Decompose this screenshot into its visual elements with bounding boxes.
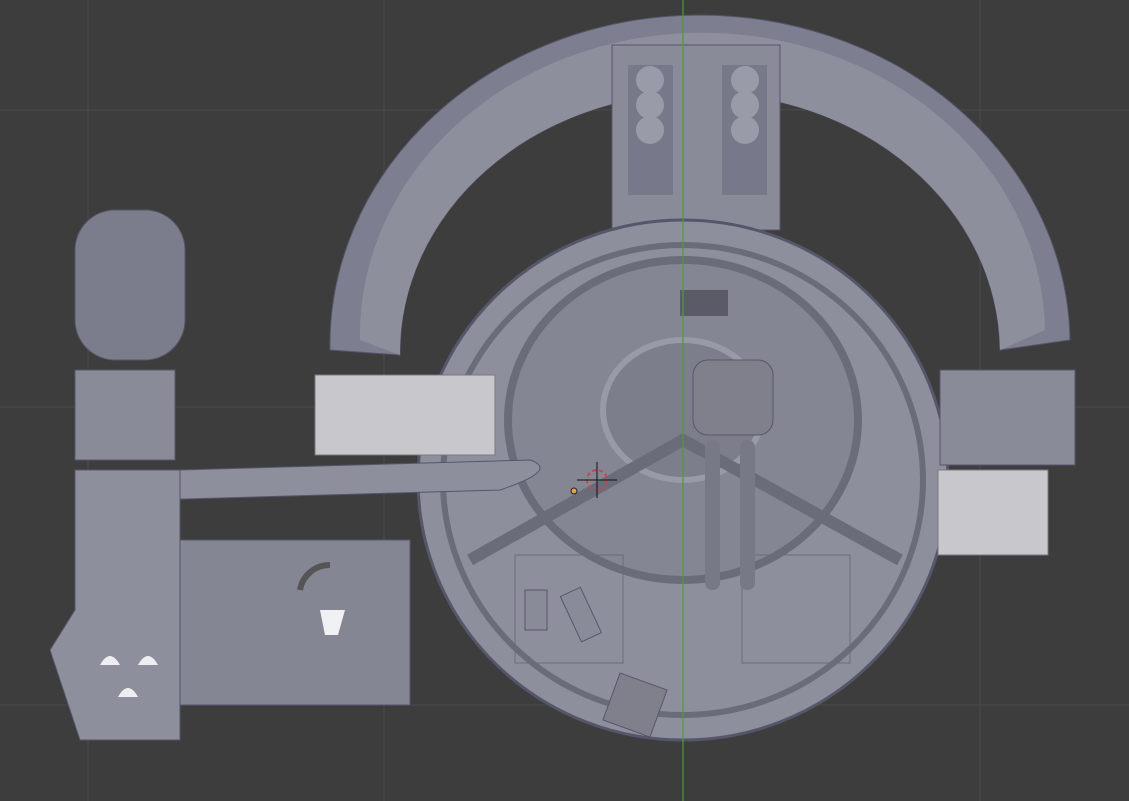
- scene-canvas[interactable]: [0, 0, 1129, 801]
- pipe-assembly: [49, 209, 541, 741]
- top-module: [611, 44, 781, 231]
- origin-dot-icon: [570, 487, 578, 495]
- 3d-viewport[interactable]: [0, 0, 1129, 801]
